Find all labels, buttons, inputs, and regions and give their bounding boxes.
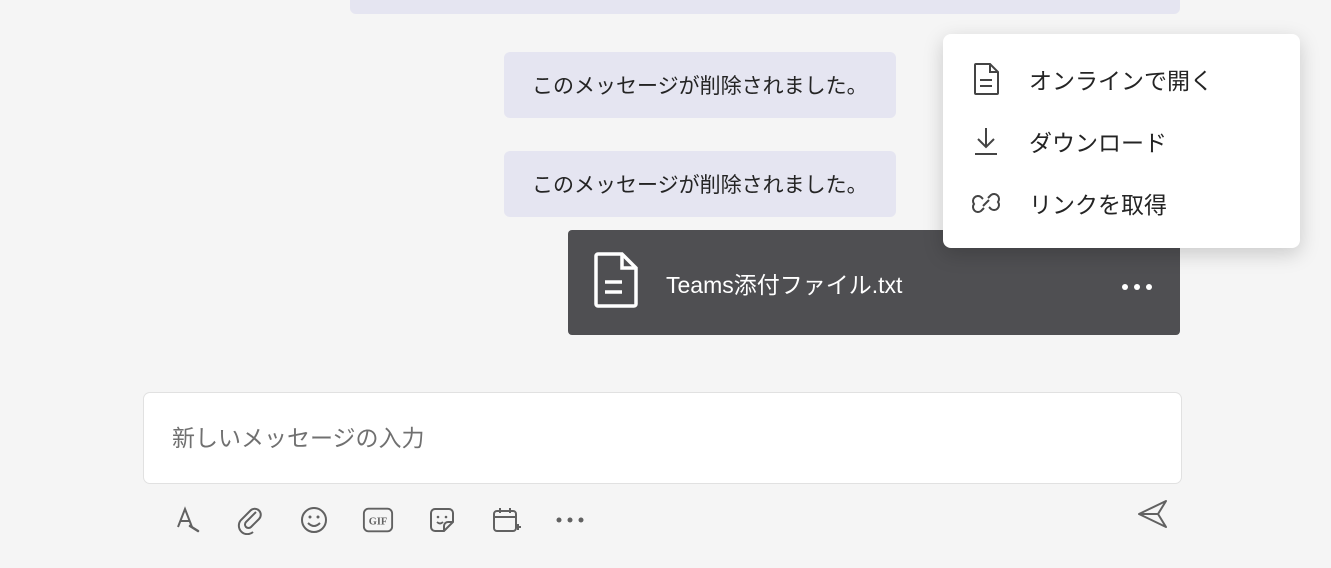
attachment-context-menu: オンラインで開く ダウンロード リンクを取得	[943, 34, 1300, 248]
more-toolbar-button[interactable]	[554, 504, 586, 536]
message-bubble-partial	[350, 0, 1180, 14]
sticker-button[interactable]	[426, 504, 458, 536]
svg-text:GIF: GIF	[369, 517, 387, 528]
menu-item-label: リンクを取得	[1029, 186, 1167, 220]
compose-toolbar: GIF	[170, 495, 1170, 545]
deleted-message-text: このメッセージが削除されました。	[532, 75, 868, 98]
deleted-message: このメッセージが削除されました。	[504, 52, 896, 118]
attach-button[interactable]	[234, 504, 266, 536]
menu-item-label: ダウンロード	[1029, 124, 1167, 158]
menu-item-download[interactable]: ダウンロード	[943, 110, 1300, 172]
menu-item-get-link[interactable]: リンクを取得	[943, 172, 1300, 234]
document-icon	[971, 63, 1001, 95]
deleted-message-text: このメッセージが削除されました。	[532, 174, 868, 197]
text-file-icon	[594, 252, 638, 313]
send-button[interactable]	[1136, 497, 1170, 531]
compose-box[interactable]	[144, 393, 1181, 483]
format-button[interactable]	[170, 504, 202, 536]
more-options-button[interactable]	[1120, 266, 1154, 300]
menu-item-open-online[interactable]: オンラインで開く	[943, 48, 1300, 110]
emoji-button[interactable]	[298, 504, 330, 536]
chat-area: このメッセージが削除されました。 このメッセージが削除されました。 Teams添…	[0, 0, 1331, 568]
download-icon	[971, 126, 1001, 156]
gif-button[interactable]: GIF	[362, 504, 394, 536]
deleted-message: このメッセージが削除されました。	[504, 151, 896, 217]
attachment-filename: Teams添付ファイル.txt	[666, 266, 1120, 300]
menu-item-label: オンラインで開く	[1029, 62, 1213, 96]
message-input[interactable]	[172, 425, 1153, 452]
schedule-meeting-button[interactable]	[490, 504, 522, 536]
link-icon	[971, 188, 1001, 218]
